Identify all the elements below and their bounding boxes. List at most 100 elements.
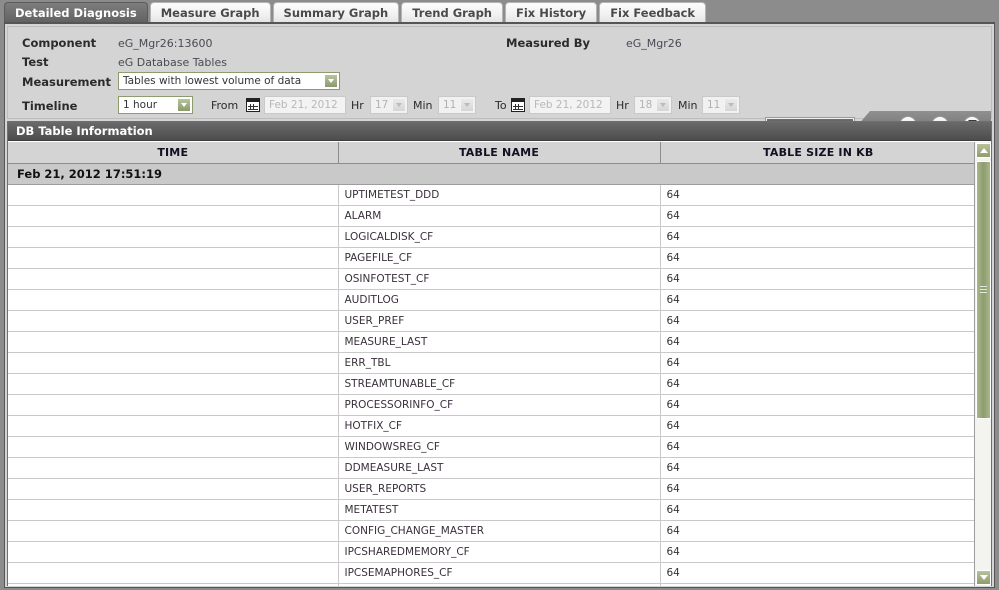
column-header-table-size[interactable]: TABLE SIZE IN KB: [660, 142, 975, 164]
tab-trend-graph[interactable]: Trend Graph: [401, 2, 503, 23]
cell-table-name: ALARM: [338, 205, 661, 227]
cell-time: [8, 457, 339, 479]
table-row[interactable]: PAGEFILE_CF 64: [8, 247, 975, 269]
cell-time: [8, 415, 339, 437]
cell-size-kb: 64: [660, 478, 975, 500]
table-row[interactable]: CONFIG_CHANGE_MASTER 64: [8, 520, 975, 542]
component-label: Component: [22, 36, 97, 50]
table-row[interactable]: [8, 583, 975, 586]
table-row[interactable]: UPTIMETEST_DDD 64: [8, 184, 975, 206]
tab-measure-graph[interactable]: Measure Graph: [149, 2, 271, 23]
table-row[interactable]: DDMEASURE_LAST 64: [8, 457, 975, 479]
table-row[interactable]: METATEST 64: [8, 499, 975, 521]
table-row[interactable]: IPCSHAREDMEMORY_CF 64: [8, 541, 975, 563]
table-scroll-viewport: TIME TABLE NAME TABLE SIZE IN KB Feb 21,…: [8, 142, 976, 586]
tab-fix-feedback[interactable]: Fix Feedback: [599, 2, 707, 23]
cell-time: [8, 373, 339, 395]
table-row[interactable]: AUDITLOG 64: [8, 289, 975, 311]
table-row[interactable]: IPCSEMAPHORES_CF 64: [8, 562, 975, 584]
table-row[interactable]: OSINFOTEST_CF 64: [8, 268, 975, 290]
cell-time: [8, 289, 339, 311]
cell-size-kb: 64: [660, 247, 975, 269]
column-header-table-name[interactable]: TABLE NAME: [338, 142, 661, 164]
tab-fix-history[interactable]: Fix History: [504, 2, 598, 23]
measurement-select[interactable]: Tables with lowest volume of data: [118, 72, 340, 90]
cell-time: [8, 478, 339, 500]
column-header-time[interactable]: TIME: [8, 142, 339, 164]
from-minute-value: 11: [443, 99, 457, 111]
from-calendar-icon[interactable]: [246, 98, 260, 112]
cell-time: [8, 520, 339, 542]
cell-time: [8, 247, 339, 269]
table-row[interactable]: STREAMTUNABLE_CF 64: [8, 373, 975, 395]
chevron-down-icon: [324, 74, 338, 88]
cell-table-name: METATEST: [338, 499, 661, 521]
to-date-input[interactable]: Feb 21, 2012: [529, 96, 611, 114]
chevron-down-icon: [656, 98, 670, 112]
timeline-label: Timeline: [22, 99, 78, 113]
measured-by-value: eG_Mgr26: [626, 37, 682, 50]
cell-table-name: [338, 583, 661, 586]
to-calendar-icon[interactable]: [511, 98, 525, 112]
table-row[interactable]: PROCESSORINFO_CF 64: [8, 394, 975, 416]
cell-time: [8, 184, 339, 206]
cell-table-name: OSINFOTEST_CF: [338, 268, 661, 290]
cell-size-kb: 64: [660, 541, 975, 563]
cell-time: [8, 205, 339, 227]
cell-size-kb: 64: [660, 394, 975, 416]
table-row[interactable]: LOGICALDISK_CF 64: [8, 226, 975, 248]
test-label: Test: [22, 55, 49, 69]
scrollbar-thumb[interactable]: [976, 161, 991, 419]
cell-time: [8, 583, 339, 586]
timeline-select[interactable]: 1 hour: [118, 96, 193, 114]
main-panel: Component eG_Mgr26:13600 Measured By eG_…: [4, 22, 995, 588]
table-row[interactable]: USER_REPORTS 64: [8, 478, 975, 500]
data-panel-title: DB Table Information: [8, 122, 991, 141]
scroll-up-button[interactable]: [976, 143, 991, 158]
to-minute-select[interactable]: 11: [702, 96, 740, 114]
to-min-label: Min: [678, 99, 698, 112]
cell-size-kb: 64: [660, 205, 975, 227]
vertical-scrollbar[interactable]: [974, 142, 991, 586]
cell-table-name: CONFIG_CHANGE_MASTER: [338, 520, 661, 542]
table-row[interactable]: USER_PREF 64: [8, 310, 975, 332]
from-min-label: Min: [413, 99, 433, 112]
to-minute-value: 11: [707, 99, 721, 111]
cell-size-kb: 64: [660, 415, 975, 437]
cell-size-kb: 64: [660, 436, 975, 458]
cell-time: [8, 268, 339, 290]
cell-size-kb: 64: [660, 457, 975, 479]
cell-size-kb: 64: [660, 268, 975, 290]
scroll-down-button[interactable]: [976, 570, 991, 585]
to-label: To: [495, 99, 507, 112]
cell-table-name: STREAMTUNABLE_CF: [338, 373, 661, 395]
table-row[interactable]: MEASURE_LAST 64: [8, 331, 975, 353]
component-value: eG_Mgr26:13600: [118, 37, 213, 50]
cell-time: [8, 394, 339, 416]
cell-table-name: AUDITLOG: [338, 289, 661, 311]
table-header-row: TIME TABLE NAME TABLE SIZE IN KB: [8, 142, 975, 164]
cell-time: [8, 331, 339, 353]
timeline-select-value: 1 hour: [123, 99, 158, 111]
chevron-down-icon: [392, 98, 406, 112]
tab-detailed-diagnosis[interactable]: Detailed Diagnosis: [4, 2, 148, 23]
from-date-input[interactable]: Feb 21, 2012: [264, 96, 346, 114]
cell-time: [8, 352, 339, 374]
cell-time: [8, 562, 339, 584]
from-hour-select[interactable]: 17: [370, 96, 408, 114]
test-value: eG Database Tables: [118, 56, 227, 69]
tab-summary-graph[interactable]: Summary Graph: [272, 2, 400, 23]
table-row[interactable]: ERR_TBL 64: [8, 352, 975, 374]
table-row[interactable]: ALARM 64: [8, 205, 975, 227]
cell-size-kb: 64: [660, 289, 975, 311]
table-body: Feb 21, 2012 17:51:19 UPTIMETEST_DDD 64 ALA…: [8, 163, 975, 586]
to-hour-value: 18: [639, 99, 653, 111]
cell-size-kb: 64: [660, 184, 975, 206]
to-hour-select[interactable]: 18: [634, 96, 672, 114]
group-timestamp: Feb 21, 2012 17:51:19: [8, 163, 975, 185]
cell-size-kb: 64: [660, 331, 975, 353]
measured-by-label: Measured By: [506, 36, 591, 50]
table-row[interactable]: WINDOWSREG_CF 64: [8, 436, 975, 458]
table-row[interactable]: HOTFIX_CF 64: [8, 415, 975, 437]
from-minute-select[interactable]: 11: [438, 96, 476, 114]
